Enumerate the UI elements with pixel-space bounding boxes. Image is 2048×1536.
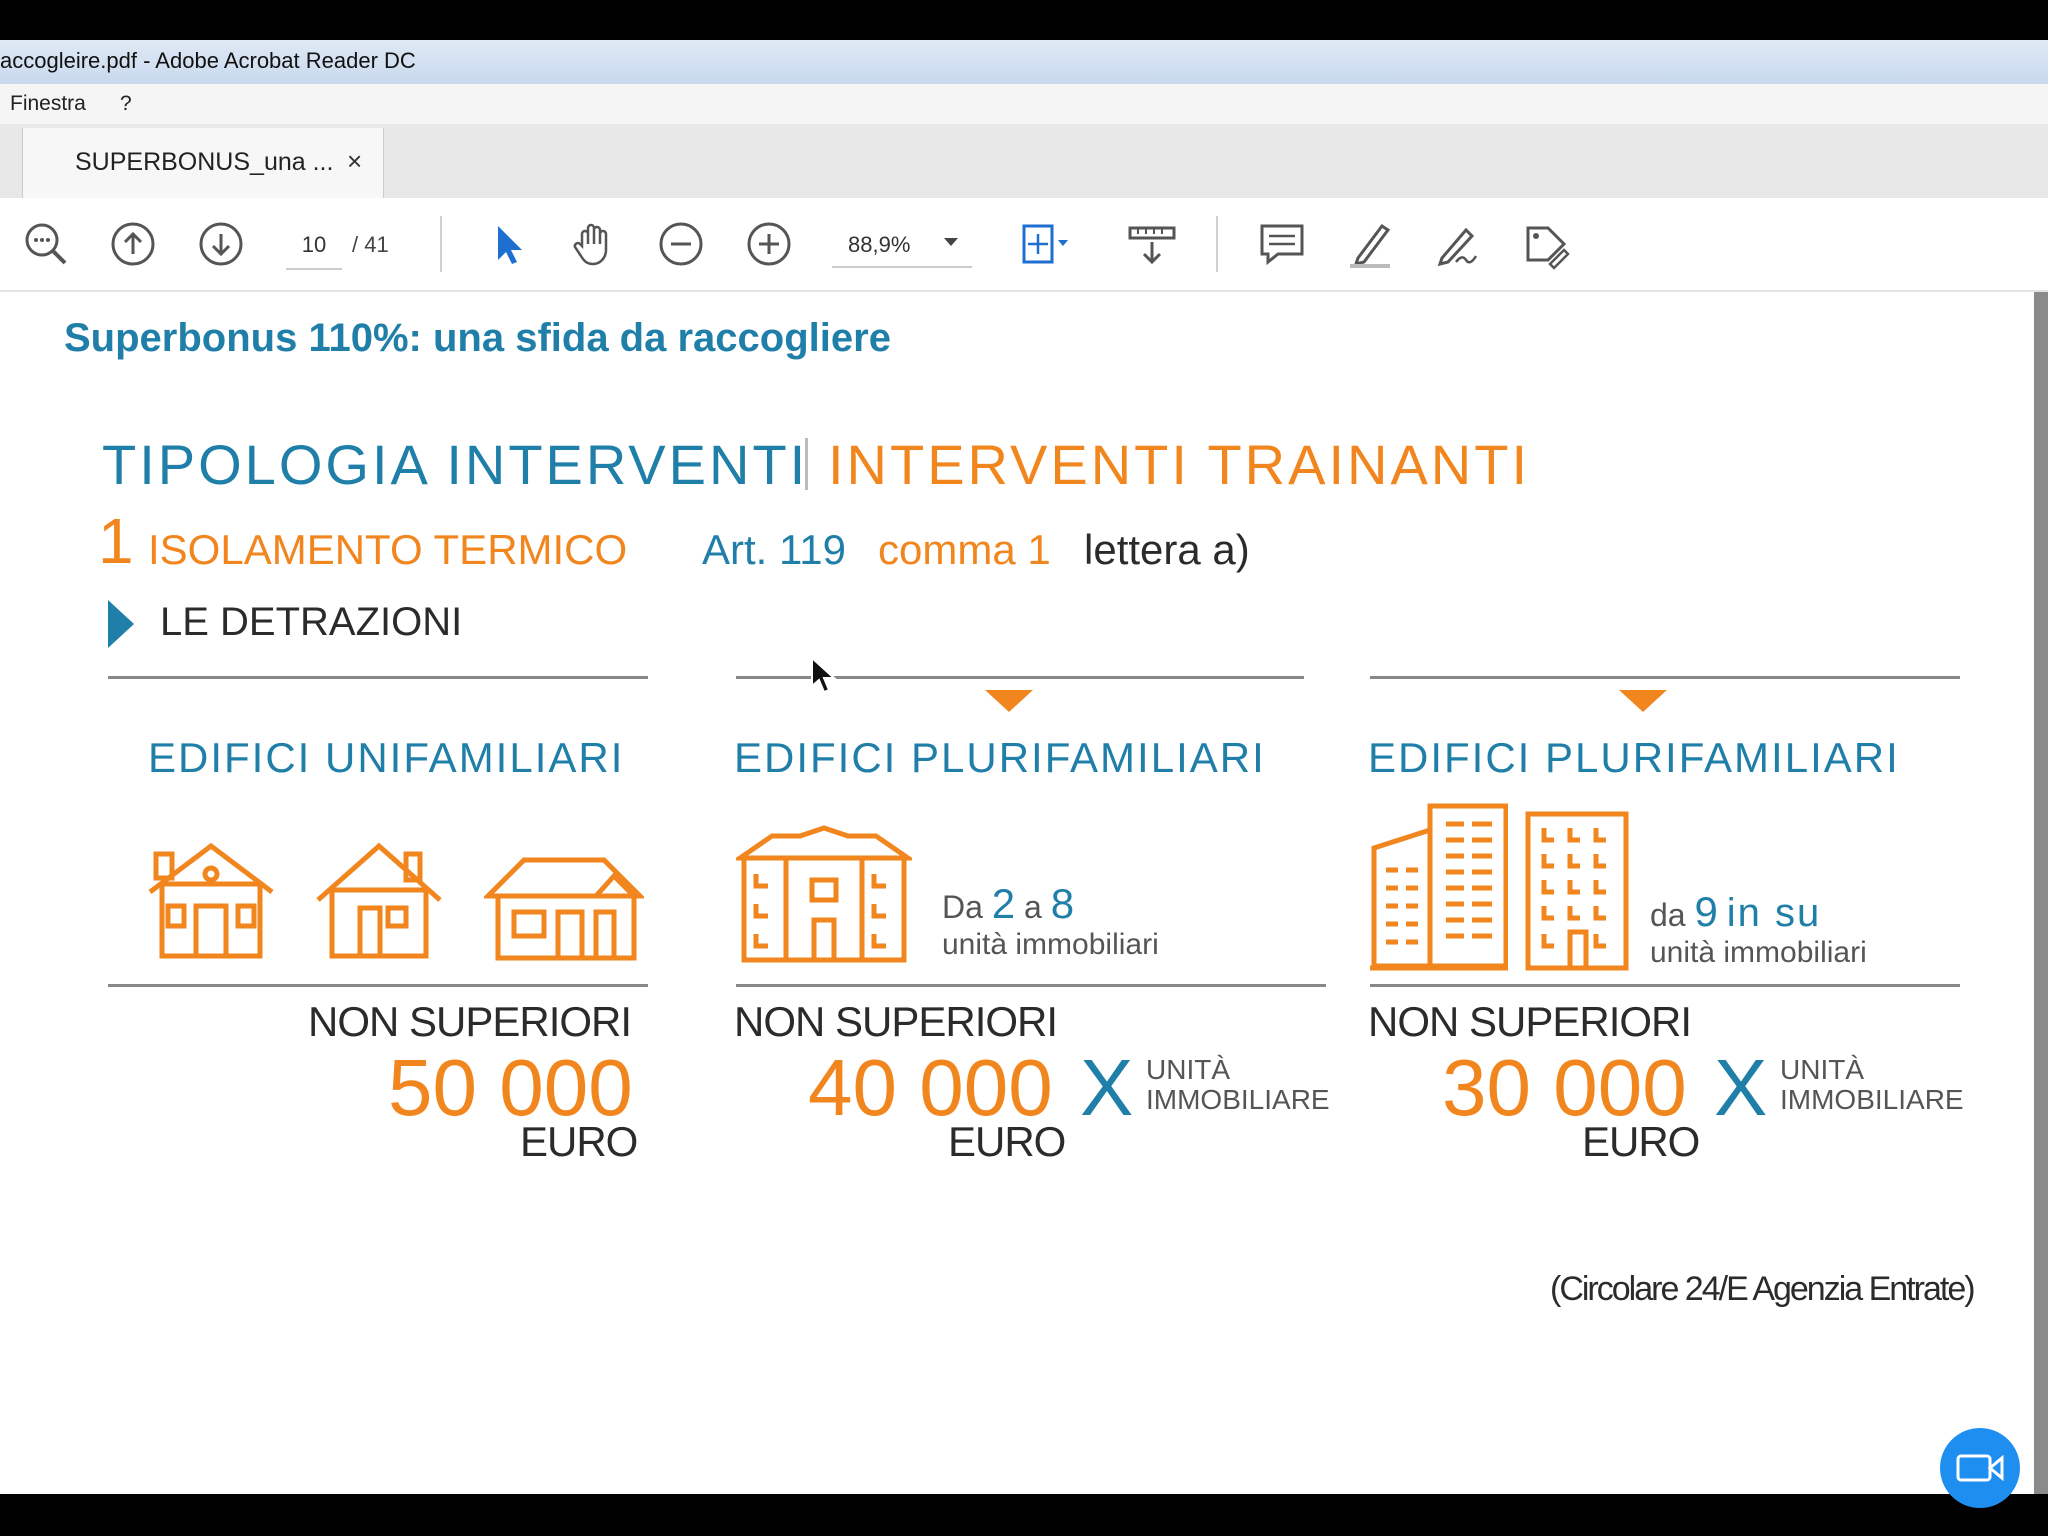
- plus-circle-icon[interactable]: [741, 216, 797, 272]
- range-from-value: 2: [991, 880, 1016, 927]
- menu-bar: Finestra ?: [0, 84, 2048, 125]
- page-total: / 41: [352, 232, 389, 257]
- non-superiori-label: NON SUPERIORI: [734, 998, 1058, 1045]
- fit-page-icon[interactable]: [1016, 216, 1072, 272]
- video-camera-icon[interactable]: [1940, 1428, 2020, 1508]
- window-titlebar: accogleire.pdf - Adobe Acrobat Reader DC: [0, 40, 2048, 85]
- arrow-down-icon[interactable]: [193, 216, 249, 272]
- heading-divider: [805, 438, 808, 490]
- menu-finestra[interactable]: Finestra: [10, 92, 86, 116]
- euro-label: EURO: [1582, 1118, 1700, 1165]
- range-to-value: in su: [1726, 891, 1822, 935]
- multiplier-x: X: [1080, 1043, 1134, 1132]
- detrazioni-label: LE DETRAZIONI: [160, 600, 463, 644]
- screen-top-bar: [0, 0, 2048, 40]
- divider-line: [736, 984, 1326, 987]
- divider-line: [108, 984, 648, 987]
- range-units: unità immobiliari: [942, 928, 1159, 961]
- page-number-input[interactable]: 10: [286, 222, 342, 270]
- divider-line: [1370, 676, 1960, 679]
- art-label: Art. 119: [702, 526, 846, 573]
- range-description-large: da 9 in su: [1650, 888, 1821, 936]
- skyscraper-icon: [1370, 803, 1508, 971]
- trainanti-heading: INTERVENTI TRAINANTI: [828, 433, 1531, 496]
- non-superiori-label: NON SUPERIORI: [308, 998, 632, 1045]
- unit-label-line2: IMMOBILIARE: [1780, 1084, 1964, 1115]
- comma-label: comma 1: [878, 526, 1051, 573]
- column-title-plurifamiliari-small: EDIFICI PLURIFAMILIARI: [734, 734, 1266, 781]
- column-title-unifamiliari: EDIFICI UNIFAMILIARI: [148, 734, 625, 781]
- orange-marker-icon: [985, 690, 1033, 712]
- unit-label-line1: UNITÀ: [1780, 1054, 1864, 1085]
- scroll-mode-icon[interactable]: [1124, 216, 1180, 272]
- toolbar-separator: [1216, 216, 1218, 272]
- range-from-word: da: [1650, 897, 1686, 933]
- screen-bottom-bar: [0, 1494, 2048, 1536]
- select-pointer-icon[interactable]: [480, 216, 536, 272]
- divider-line: [1370, 984, 1960, 987]
- window-title: accogleire.pdf - Adobe Acrobat Reader DC: [0, 48, 416, 73]
- play-triangle-icon: [108, 600, 134, 648]
- zoom-out-icon[interactable]: [18, 216, 74, 272]
- sign-icon[interactable]: [1430, 216, 1486, 272]
- vertical-scrollbar[interactable]: [2034, 292, 2048, 1494]
- toolbar-separator: [440, 216, 442, 272]
- non-superiori-label: NON SUPERIORI: [1368, 998, 1692, 1045]
- mouse-cursor-icon: [811, 656, 837, 694]
- isolamento-label: ISOLAMENTO TERMICO: [148, 526, 628, 573]
- euro-label: EURO: [520, 1118, 638, 1165]
- euro-label: EURO: [948, 1118, 1066, 1165]
- divider-line: [108, 676, 648, 679]
- range-to-word: a: [1024, 889, 1042, 925]
- document-header: Superbonus 110%: una sfida da raccoglier…: [64, 316, 891, 360]
- apartment-building-icon: [736, 825, 912, 963]
- unit-label-line1: UNITÀ: [1146, 1054, 1230, 1085]
- chevron-down-icon[interactable]: [944, 238, 958, 246]
- orange-marker-icon: [1619, 690, 1667, 712]
- pdf-page: Superbonus 110%: una sfida da raccoglier…: [0, 292, 2034, 1494]
- unit-label-line2: IMMOBILIARE: [1146, 1084, 1330, 1115]
- range-units-large: unità immobiliari: [1650, 936, 1867, 969]
- tipologia-heading: TIPOLOGIA INTERVENTI: [102, 433, 809, 496]
- tower-building-icon: [1525, 811, 1629, 971]
- tab-close-button[interactable]: ×: [347, 146, 362, 177]
- intervention-number: 1: [98, 505, 134, 577]
- multiplier-x: X: [1714, 1043, 1768, 1132]
- house-icon: [148, 842, 274, 959]
- range-to-value: 8: [1050, 880, 1075, 927]
- range-from-value: 9: [1694, 888, 1718, 935]
- menu-help[interactable]: ?: [120, 92, 132, 116]
- range-from-word: Da: [942, 889, 983, 925]
- source-citation: (Circolare 24/E Agenzia Entrate): [1550, 1270, 1976, 1308]
- lettera-label: lettera a): [1084, 526, 1250, 573]
- range-description: Da 2 a 8: [942, 880, 1074, 928]
- comment-icon[interactable]: [1254, 216, 1310, 272]
- highlight-icon[interactable]: [1342, 216, 1398, 272]
- arrow-up-icon[interactable]: [105, 216, 161, 272]
- column-title-plurifamiliari-large: EDIFICI PLURIFAMILIARI: [1368, 734, 1900, 781]
- document-tab[interactable]: SUPERBONUS_una ... ×: [22, 128, 384, 198]
- hand-icon[interactable]: [566, 216, 622, 272]
- tab-label: SUPERBONUS_una ...: [75, 148, 334, 176]
- tag-icon[interactable]: [1518, 216, 1574, 272]
- house-icon: [316, 842, 442, 959]
- minus-circle-icon[interactable]: [653, 216, 709, 272]
- house-icon: [484, 857, 644, 961]
